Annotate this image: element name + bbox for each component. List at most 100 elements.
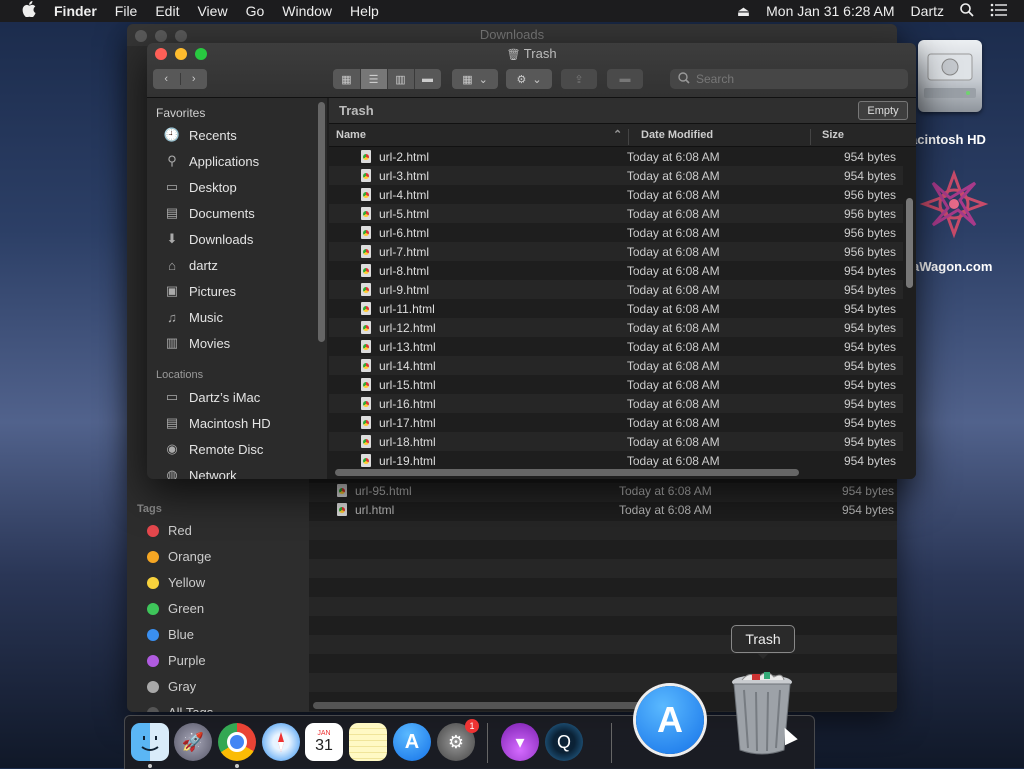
table-row[interactable]: url-18.html Today at 6:08 AM 954 bytes [329, 432, 903, 451]
back-arrow-icon[interactable]: ‹ [153, 73, 181, 85]
tag-item[interactable]: Yellow [147, 575, 205, 590]
file-size: 954 bytes [843, 358, 896, 373]
tags-button[interactable]: ▬ [607, 69, 643, 89]
sidebar-item-downloads[interactable]: ⬇ Downloads [163, 228, 254, 250]
sidebar-item-dartz[interactable]: ⌂ dartz [163, 254, 218, 276]
trash-window[interactable]: 🗑 Trash ‹ › ▦ ☰ ▥ ▬ ▦ ⌄ ⚙ ⌄ ⇪ ▬ Search F… [147, 43, 916, 479]
sidebar-item-pictures[interactable]: ▣ Pictures [163, 280, 236, 302]
spotlight-search-icon[interactable] [960, 2, 974, 20]
table-row[interactable]: url-11.html Today at 6:08 AM 954 bytes [329, 299, 903, 318]
name-column-header[interactable]: Name [336, 129, 366, 141]
forward-arrow-icon[interactable]: › [181, 73, 208, 85]
table-row[interactable]: url-12.html Today at 6:08 AM 954 bytes [329, 318, 903, 337]
sidebar-item-applications[interactable]: ⚲ Applications [163, 150, 259, 172]
macintosh-hd-desktop-icon[interactable] [918, 40, 982, 112]
table-row[interactable]: url-13.html Today at 6:08 AM 954 bytes [329, 337, 903, 356]
tag-label: All Tags... [168, 705, 224, 712]
tag-item[interactable]: Orange [147, 549, 211, 564]
sidebar-item-label: Remote Disc [189, 441, 264, 457]
sidebar-item-music[interactable]: ♫ Music [163, 306, 223, 328]
app-store-icon[interactable]: A [393, 723, 431, 761]
table-row[interactable]: url-14.html Today at 6:08 AM 954 bytes [329, 356, 903, 375]
horizontal-scrollbar[interactable] [335, 469, 799, 476]
size-column-header[interactable]: Size [822, 129, 844, 141]
sidebar-item-dartz-s-imac[interactable]: ▭ Dartz’s iMac [163, 386, 260, 408]
table-row[interactable]: url-15.html Today at 6:08 AM 954 bytes [329, 375, 903, 394]
eject-icon[interactable]: ⏏ [737, 3, 750, 20]
list-view-icon[interactable]: ☰ [360, 69, 388, 89]
table-row[interactable]: url-16.html Today at 6:08 AM 954 bytes [329, 394, 903, 413]
column-view-icon[interactable]: ▥ [388, 69, 415, 89]
tag-item[interactable]: All Tags... [147, 705, 224, 712]
calendar-icon[interactable]: JAN 31 [305, 723, 343, 761]
sidebar-item-macintosh-hd[interactable]: ▤ Macintosh HD [163, 412, 271, 434]
launchpad-icon[interactable]: 🚀 [174, 723, 212, 761]
file-date: Today at 6:08 AM [626, 434, 720, 449]
table-row[interactable]: url-7.html Today at 6:08 AM 956 bytes [329, 242, 903, 261]
menu-file[interactable]: File [115, 3, 138, 19]
menu-help[interactable]: Help [350, 3, 379, 19]
gear-icon: ⚙ [516, 73, 527, 86]
table-row[interactable]: url-6.html Today at 6:08 AM 956 bytes [329, 223, 903, 242]
menu-window[interactable]: Window [282, 3, 332, 19]
group-by-button[interactable]: ▦ ⌄ [452, 69, 498, 89]
table-row[interactable]: url-9.html Today at 6:08 AM 954 bytes [329, 280, 903, 299]
action-button[interactable]: ⚙ ⌄ [506, 69, 552, 89]
sidebar-item-documents[interactable]: ▤ Documents [163, 202, 255, 224]
sidebar-item-network[interactable]: ◍ Network [163, 464, 237, 480]
menu-finder[interactable]: Finder [54, 3, 97, 19]
sidebar-item-movies[interactable]: ▥ Movies [163, 332, 230, 354]
tag-item[interactable]: Blue [147, 627, 194, 642]
file-list[interactable]: url-2.html Today at 6:08 AM 954 bytes url-3… [329, 147, 903, 479]
tags-section-title: Tags [137, 503, 162, 515]
notification-center-icon[interactable] [990, 3, 1008, 20]
notes-icon[interactable] [349, 723, 387, 761]
menu-view[interactable]: View [197, 3, 227, 19]
chrome-icon[interactable] [218, 723, 256, 761]
menu-user[interactable]: Dartz [911, 3, 944, 19]
gallery-view-icon[interactable]: ▬ [415, 69, 441, 89]
sidebar-scrollbar[interactable] [318, 102, 325, 342]
table-row[interactable]: url-19.html Today at 6:08 AM 954 bytes [329, 451, 903, 470]
menu-edit[interactable]: Edit [155, 3, 179, 19]
html-file-icon [361, 188, 371, 201]
sidebar-item-remote-disc[interactable]: ◉ Remote Disc [163, 438, 263, 460]
table-row[interactable]: url-5.html Today at 6:08 AM 956 bytes [329, 204, 903, 223]
sidebar-item-label: Network [189, 467, 237, 480]
table-row[interactable]: url-4.html Today at 6:08 AM 956 bytes [329, 185, 903, 204]
tag-item[interactable]: Green [147, 601, 204, 616]
menu-go[interactable]: Go [246, 3, 265, 19]
sort-chevron-icon: ⌃ [613, 129, 623, 141]
menu-clock[interactable]: Mon Jan 31 6:28 AM [766, 3, 894, 19]
finder-icon[interactable] [131, 723, 169, 761]
sidebar-item-recents[interactable]: 🕘 Recents [163, 124, 237, 146]
table-row[interactable]: url-17.html Today at 6:08 AM 954 bytes [329, 413, 903, 432]
list-item[interactable]: url.html Today at 6:08 AM 954 bytes [337, 500, 897, 519]
table-row[interactable]: url-8.html Today at 6:08 AM 954 bytes [329, 261, 903, 280]
vertical-scrollbar[interactable] [906, 198, 913, 288]
table-row[interactable]: url-2.html Today at 6:08 AM 954 bytes [329, 147, 903, 166]
empty-trash-button[interactable]: Empty [858, 101, 908, 120]
tag-color-dot-icon [147, 706, 159, 712]
app-store-dragged-icon[interactable]: A [636, 686, 704, 754]
apple-menu-icon[interactable] [20, 1, 38, 21]
html-file-icon [361, 340, 371, 353]
share-button[interactable]: ⇪ [561, 69, 597, 89]
file-size: 954 bytes [843, 263, 896, 278]
tag-item[interactable]: Red [147, 523, 192, 538]
wagon-logo-icon[interactable] [918, 168, 990, 240]
tag-item[interactable]: Purple [147, 653, 206, 668]
quicktime-icon[interactable]: Q [545, 723, 583, 761]
installer-app-icon[interactable]: ▾ [501, 723, 539, 761]
search-field[interactable]: Search [670, 69, 908, 89]
sidebar-item-desktop[interactable]: ▭ Desktop [163, 176, 237, 198]
file-size: 954 bytes [843, 377, 896, 392]
list-item[interactable]: url-95.html Today at 6:08 AM 954 bytes [337, 481, 897, 500]
locations-section-title: Locations [156, 369, 204, 381]
tag-item[interactable]: Gray [147, 679, 196, 694]
icon-view-icon[interactable]: ▦ [334, 69, 361, 89]
table-row[interactable]: url-3.html Today at 6:08 AM 954 bytes [329, 166, 903, 185]
safari-icon[interactable] [262, 723, 300, 761]
system-preferences-icon[interactable]: ⚙ 1 [437, 719, 479, 761]
date-modified-column-header[interactable]: Date Modified [641, 129, 713, 141]
